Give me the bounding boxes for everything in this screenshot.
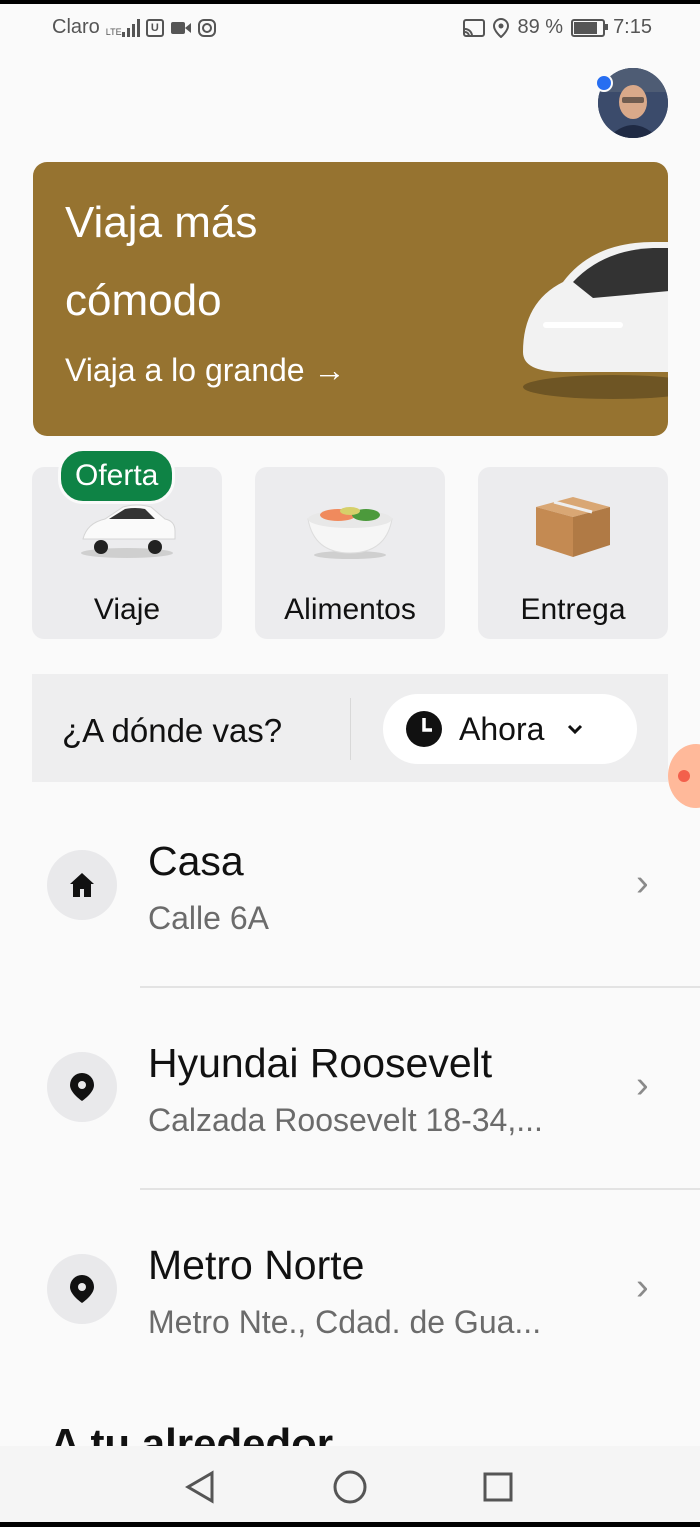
place-item-hyundai-roosevelt[interactable]: Hyundai Roosevelt Calzada Roosevelt 18-3…: [0, 1006, 700, 1166]
schedule-time-button[interactable]: Ahora: [383, 694, 637, 764]
service-label-food: Alimentos: [284, 593, 416, 626]
place-name: Metro Norte: [148, 1242, 365, 1288]
chevron-right-icon: ›: [636, 862, 649, 904]
back-icon[interactable]: [184, 1470, 216, 1504]
place-name: Casa: [148, 838, 244, 884]
car-illustration-icon: [523, 242, 668, 399]
floating-bubble[interactable]: [668, 744, 700, 808]
cast-icon: [463, 18, 486, 37]
service-label-delivery: Entrega: [520, 593, 626, 626]
promo-title: Viaja más cómodo: [65, 198, 258, 325]
chevron-right-icon: ›: [636, 1266, 649, 1308]
service-label-ride: Viaje: [93, 593, 161, 626]
place-address: Metro Nte., Cdad. de Gua...: [148, 1304, 542, 1340]
divider: [140, 1188, 700, 1190]
offer-badge: Oferta: [58, 448, 176, 504]
package-icon: [536, 497, 610, 557]
promo-link-label: Viaja a lo grande →: [65, 352, 346, 388]
network-label: LTE: [105, 26, 122, 37]
schedule-time-label: Ahora: [459, 710, 545, 747]
home-icon: [70, 873, 94, 897]
location-pin-icon: [70, 1073, 94, 1101]
video-icon: [170, 21, 191, 34]
place-item-metro-norte[interactable]: Metro Norte Metro Nte., Cdad. de Gua... …: [0, 1208, 700, 1368]
destination-search[interactable]: ¿A dónde vas? Ahora: [32, 674, 668, 782]
chevron-right-icon: ›: [636, 1064, 649, 1106]
uber-notification-icon: U: [145, 18, 164, 37]
search-divider: [350, 698, 351, 760]
service-tile-delivery[interactable]: Entrega: [478, 467, 668, 639]
divider: [140, 986, 700, 988]
signal-icon: LTE: [105, 18, 140, 37]
location-icon: [493, 17, 510, 38]
home-nav-icon[interactable]: [333, 1470, 367, 1504]
promo-link[interactable]: Viaja a lo grande →: [65, 352, 345, 389]
battery-icon: [571, 18, 609, 37]
place-address: Calle 6A: [148, 900, 269, 936]
clock-icon: [406, 711, 442, 747]
app-screen: Claro LTE U 89 % 7:15 Viaja más cómodo V…: [0, 4, 700, 1522]
notification-dot: [595, 74, 613, 92]
clock-time: 7:15: [613, 16, 652, 38]
place-item-home[interactable]: Casa Calle 6A ›: [0, 804, 700, 964]
instagram-icon: [197, 18, 216, 37]
place-name: Hyundai Roosevelt: [148, 1040, 493, 1086]
place-icon-bg: [47, 850, 117, 920]
battery-fill: [574, 21, 598, 34]
service-tile-food[interactable]: Alimentos: [255, 467, 445, 639]
location-pin-icon: [70, 1275, 94, 1303]
recents-icon[interactable]: [483, 1472, 513, 1502]
place-icon-bg: [47, 1052, 117, 1122]
chevron-down-icon: [568, 724, 583, 735]
battery-percent: 89 %: [517, 16, 564, 38]
food-bowl-icon: [307, 507, 393, 559]
place-icon-bg: [47, 1254, 117, 1324]
place-address: Calzada Roosevelt 18-34,...: [148, 1102, 543, 1138]
carrier-label: Claro: [52, 16, 100, 38]
status-bar: Claro LTE U 89 % 7:15: [0, 4, 700, 52]
system-nav-bar: [0, 1446, 700, 1522]
search-placeholder: ¿A dónde vas?: [62, 712, 283, 749]
promo-banner[interactable]: Viaja más cómodo Viaja a lo grande →: [33, 162, 668, 436]
